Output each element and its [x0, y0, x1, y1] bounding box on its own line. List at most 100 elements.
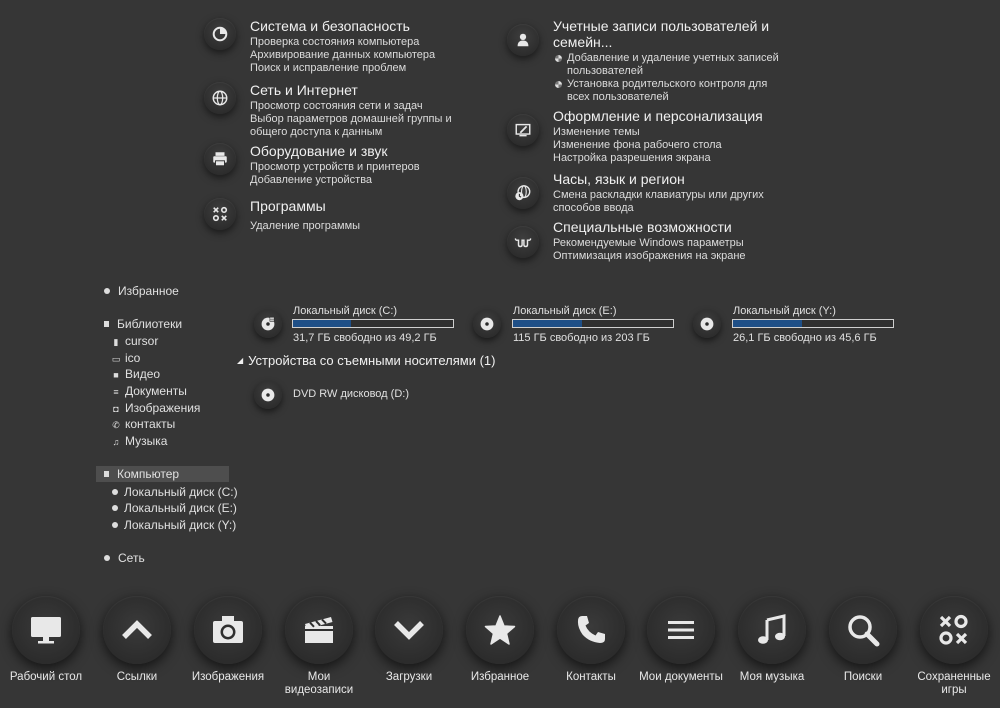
link-uninstall[interactable]: Удаление программы [250, 220, 510, 233]
nav-library-pictures[interactable]: ◘ Изображения [111, 400, 200, 416]
dock-favorites[interactable]: Избранное [455, 596, 545, 684]
dock-links[interactable]: Ссылки [92, 596, 182, 684]
collapse-icon[interactable]: ◢ [237, 356, 243, 365]
dock-label: Рабочий стол [9, 671, 83, 683]
link-change-background[interactable]: Изменение фона рабочего стола [553, 139, 813, 152]
dock-label: Загрузки [385, 671, 433, 683]
globe-icon[interactable] [204, 82, 236, 114]
drive-usage-fill [513, 320, 582, 327]
games-icon[interactable] [204, 198, 236, 230]
dock-label: Изображения [191, 671, 265, 683]
video-icon: ■ [113, 370, 119, 380]
drive-c-usage-bar [292, 319, 454, 328]
category-title[interactable]: Учетные записи пользователей и семейн... [553, 18, 788, 50]
drive-e-free-space: 115 ГБ свободно из 203 ГБ [513, 332, 650, 344]
nav-label: Видео [125, 367, 161, 381]
nav-label: ico [125, 351, 141, 365]
link-homegroup[interactable]: Выбор параметров домашней группы и общег… [250, 113, 482, 139]
nav-favorites[interactable]: Избранное [104, 283, 179, 299]
disk-icon[interactable] [693, 310, 721, 338]
nav-computer[interactable]: Компьютер [96, 466, 229, 482]
nav-label: Библиотеки [117, 317, 183, 331]
category-title[interactable]: Сеть и Интернет [250, 82, 482, 98]
games-icon[interactable] [920, 596, 988, 664]
link-backup[interactable]: Архивирование данных компьютера [250, 49, 510, 62]
nav-library-ico[interactable]: ▭ ico [111, 350, 141, 366]
list-icon[interactable] [647, 596, 715, 664]
dock-pictures[interactable]: Изображения [183, 596, 273, 684]
drive-y-usage-bar [732, 319, 894, 328]
dock-my-documents[interactable]: Мои документы [636, 596, 726, 684]
disk-icon [112, 521, 118, 528]
link-screen-resolution[interactable]: Настройка разрешения экрана [553, 152, 813, 165]
clock-globe-icon[interactable] [507, 177, 539, 209]
nav-library-documents[interactable]: ≡ Документы [111, 383, 187, 399]
category-title[interactable]: Программы [250, 198, 510, 214]
nav-library-music[interactable]: ♫ Музыка [111, 433, 168, 449]
dock-label: Моя музыка [739, 671, 805, 683]
nav-library-video[interactable]: ■ Видео [111, 366, 160, 382]
star-icon[interactable] [466, 596, 534, 664]
link-devices-printers[interactable]: Просмотр устройств и принтеров [250, 161, 510, 174]
clapperboard-icon[interactable] [285, 596, 353, 664]
dock-my-videos[interactable]: Мои видеозаписи [274, 596, 364, 697]
link-keyboard-layout[interactable]: Смена раскладки клавиатуры или других сп… [553, 189, 803, 215]
glasses-icon[interactable] [507, 226, 539, 258]
disk-icon[interactable] [473, 310, 501, 338]
nav-label: Избранное [118, 284, 179, 298]
personalize-icon[interactable] [507, 114, 539, 146]
category-title[interactable]: Оформление и персонализация [553, 108, 813, 124]
link-add-device[interactable]: Добавление устройства [250, 174, 510, 187]
disk-icon [112, 504, 118, 511]
dock-searches[interactable]: Поиски [818, 596, 908, 684]
nav-label: контакты [125, 417, 176, 431]
group-label: Устройства со съемными носителями (1) [248, 353, 496, 368]
user-icon[interactable] [507, 24, 539, 56]
nav-label: Изображения [125, 401, 201, 415]
dvd-drive-name[interactable]: DVD RW дисковод (D:) [293, 388, 409, 400]
nav-libraries[interactable]: Библиотеки [104, 316, 182, 332]
link-troubleshoot[interactable]: Поиск и исправление проблем [250, 62, 510, 75]
nav-drive-c[interactable]: Локальный диск (C:) [112, 484, 238, 500]
category-appearance: Оформление и персонализация Изменение те… [507, 108, 813, 165]
dock-contacts[interactable]: Контакты [546, 596, 636, 684]
dock-saved-games[interactable]: Сохраненные игры [909, 596, 999, 697]
search-icon[interactable] [829, 596, 897, 664]
dock-my-music[interactable]: Моя музыка [727, 596, 817, 684]
category-clock-region: Часы, язык и регион Смена раскладки клав… [507, 171, 803, 215]
drive-y-name[interactable]: Локальный диск (Y:) [733, 305, 836, 317]
link-parental-controls[interactable]: Установка родительского контроля для все… [553, 78, 788, 104]
dock-desktop[interactable]: Рабочий стол [1, 596, 91, 684]
category-title[interactable]: Часы, язык и регион [553, 171, 803, 187]
link-optimize-display[interactable]: Оптимизация изображения на экране [553, 250, 813, 263]
phone-icon[interactable] [557, 596, 625, 664]
music-icon[interactable] [738, 596, 806, 664]
printer-icon[interactable] [204, 143, 236, 175]
shield-icon[interactable] [204, 18, 236, 50]
link-change-theme[interactable]: Изменение темы [553, 126, 813, 139]
chevron-down-icon[interactable] [375, 596, 443, 664]
nav-label: Локальный диск (Y:) [124, 518, 237, 532]
category-title[interactable]: Система и безопасность [250, 18, 510, 34]
link-add-remove-accounts[interactable]: Добавление и удаление учетных записей по… [553, 52, 788, 78]
link-recommended-settings[interactable]: Рекомендуемые Windows параметры [553, 237, 813, 250]
nav-network[interactable]: Сеть [104, 550, 145, 566]
category-title[interactable]: Оборудование и звук [250, 143, 510, 159]
disk-icon[interactable] [254, 310, 282, 338]
dock-downloads[interactable]: Загрузки [364, 596, 454, 684]
link-check-status[interactable]: Проверка состояния компьютера [250, 36, 510, 49]
drive-usage-fill [733, 320, 802, 327]
category-title[interactable]: Специальные возможности [553, 219, 813, 235]
monitor-icon[interactable] [12, 596, 80, 664]
dvd-icon[interactable] [254, 381, 282, 409]
nav-drive-y[interactable]: Локальный диск (Y:) [112, 517, 236, 533]
link-network-status[interactable]: Просмотр состояния сети и задач [250, 100, 482, 113]
chevron-up-icon[interactable] [103, 596, 171, 664]
nav-library-contacts[interactable]: ✆ контакты [111, 416, 175, 432]
nav-drive-e[interactable]: Локальный диск (E:) [112, 500, 237, 516]
removable-devices-header[interactable]: ◢ Устройства со съемными носителями (1) [237, 353, 496, 368]
camera-icon[interactable] [194, 596, 262, 664]
nav-library-cursor[interactable]: ▮ cursor [111, 333, 159, 349]
drive-e-name[interactable]: Локальный диск (E:) [513, 305, 617, 317]
drive-c-name[interactable]: Локальный диск (C:) [293, 305, 397, 317]
